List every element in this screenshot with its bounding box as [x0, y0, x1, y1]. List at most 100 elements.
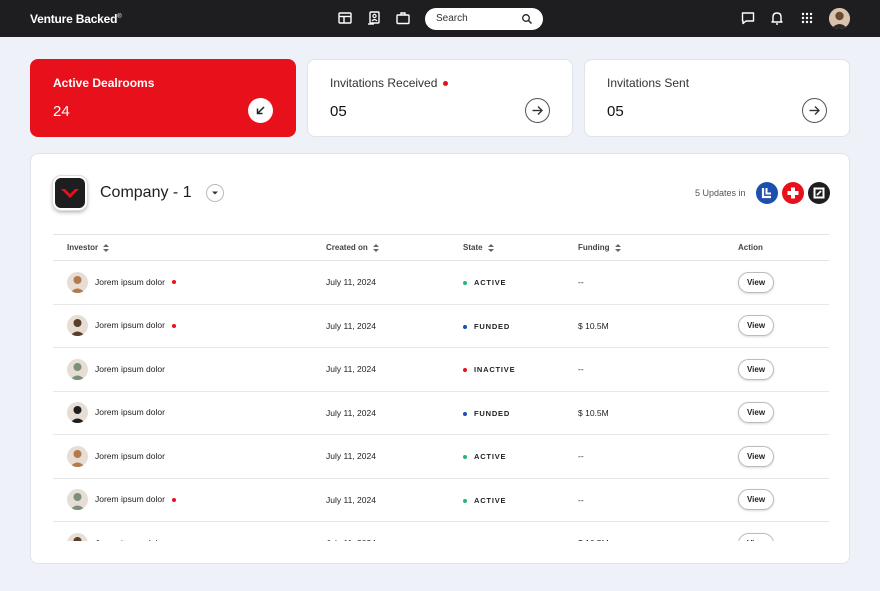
created-cell: July 11, 2024 — [326, 347, 463, 392]
invitations-received-card[interactable]: Invitations Received 05 — [307, 59, 573, 137]
layout-icon[interactable] — [337, 10, 353, 26]
notification-dot — [443, 81, 449, 87]
state-cell: ACTIVE — [463, 478, 578, 522]
investor-cell: Jorem ipsum dolor — [53, 304, 326, 348]
investor-avatar[interactable] — [67, 315, 88, 337]
view-button[interactable]: View — [738, 402, 774, 424]
investor-cell: Jorem ipsum dolor — [53, 434, 326, 479]
avatar[interactable] — [829, 8, 850, 29]
avatar-image — [829, 8, 850, 29]
created-cell: July 11, 2024 — [326, 391, 463, 435]
company-logo-mark — [61, 189, 79, 198]
state-label: ACTIVE — [474, 452, 507, 462]
chat-icon[interactable] — [740, 10, 756, 26]
update-badge-red[interactable] — [782, 182, 804, 204]
funding-cell: $ 10.5M — [578, 304, 738, 348]
invitations-received-text: Invitations Received — [330, 76, 438, 90]
investor-cell: Jorem ipsum dolor — [53, 260, 326, 305]
invitations-sent-button[interactable] — [802, 98, 827, 123]
update-badge-blue[interactable] — [756, 182, 778, 204]
created-cell: July 11, 2024 — [326, 304, 463, 348]
brand-mark: ® — [117, 14, 122, 20]
investor-avatar[interactable] — [67, 489, 88, 511]
created-cell: July 11, 2024 — [326, 434, 463, 479]
investor-name[interactable]: Jorem ipsum dolor — [95, 364, 165, 374]
table-header-row: Investor Created on State Funding Action — [53, 234, 829, 261]
view-button[interactable]: View — [738, 445, 774, 467]
investor-name[interactable]: Jorem ipsum dolor — [95, 407, 165, 417]
investor-name[interactable]: Jorem ipsum dolor — [95, 451, 165, 461]
table-row[interactable]: Jorem ipsum dolor July 11, 2024 FUNDED $… — [53, 391, 829, 435]
briefcase-icon[interactable] — [395, 10, 411, 26]
brand-logo[interactable]: Venture Backed® — [30, 12, 122, 26]
active-dealrooms-card[interactable]: Active Dealrooms 24 — [30, 59, 296, 137]
investor-avatar[interactable] — [67, 358, 88, 380]
active-dealrooms-button[interactable] — [248, 98, 273, 123]
investor-name[interactable]: Jorem ipsum dolor — [95, 320, 165, 330]
investor-avatar[interactable] — [67, 402, 88, 424]
square-brand-icon — [813, 187, 825, 199]
view-button[interactable]: View — [738, 271, 774, 293]
state-label: FUNDED — [474, 321, 511, 331]
action-cell: View — [738, 347, 829, 392]
sort-icon — [103, 243, 110, 252]
table-row[interactable]: Jorem ipsum dolor July 11, 2024 ACTIVE -… — [53, 260, 829, 305]
header-action: Action — [738, 234, 829, 261]
user-card-icon[interactable] — [366, 10, 382, 26]
active-dealrooms-count: 24 — [53, 103, 70, 120]
l-brand-icon — [761, 188, 771, 199]
state-dot — [463, 281, 467, 285]
funding-cell: -- — [578, 478, 738, 522]
company-dropdown[interactable] — [206, 184, 224, 202]
plus-brand-icon — [787, 187, 799, 199]
header-investor[interactable]: Investor — [53, 234, 326, 261]
state-dot — [463, 498, 467, 503]
invitations-sent-label: Invitations Sent — [607, 76, 690, 90]
state-dot — [463, 368, 467, 372]
investor-name[interactable]: Jorem ipsum dolor — [95, 494, 165, 504]
top-bar: Venture Backed® Search — [0, 0, 880, 37]
state-dot — [463, 455, 467, 459]
sort-icon — [614, 243, 621, 252]
new-indicator-dot — [171, 280, 176, 285]
table-row[interactable]: Jorem ipsum dolor July 11, 2024 ACTIVE -… — [53, 478, 829, 522]
investor-name[interactable]: Jorem ipsum dolor — [95, 277, 165, 287]
bell-icon[interactable] — [769, 10, 785, 26]
search-icon[interactable] — [521, 13, 533, 25]
apps-grid-icon[interactable] — [799, 10, 815, 26]
funding-cell: -- — [578, 260, 738, 305]
table-row[interactable]: Jorem ipsum dolor July 11, 2024 FUNDED $… — [53, 304, 829, 348]
investor-avatar[interactable] — [67, 271, 88, 293]
invitations-received-button[interactable] — [525, 98, 550, 123]
header-investor-label: Investor — [67, 243, 99, 252]
view-button[interactable]: View — [738, 358, 774, 380]
investor-avatar[interactable] — [67, 445, 88, 467]
header-created[interactable]: Created on — [326, 234, 463, 261]
table-body: Jorem ipsum dolor July 11, 2024 ACTIVE -… — [53, 260, 829, 563]
view-button[interactable]: View — [738, 315, 774, 337]
arrow-right-icon — [532, 106, 543, 115]
state-cell: INACTIVE — [463, 347, 578, 392]
arrow-down-left-icon — [256, 106, 265, 115]
header-funding[interactable]: Funding — [578, 234, 738, 261]
update-badge-black[interactable] — [808, 182, 830, 204]
invitations-sent-card[interactable]: Invitations Sent 05 — [584, 59, 850, 137]
view-button[interactable]: View — [738, 489, 774, 511]
state-label: FUNDED — [474, 408, 511, 418]
state-cell: ACTIVE — [463, 260, 578, 305]
active-dealrooms-label: Active Dealrooms — [53, 76, 155, 90]
table-row[interactable]: Jorem ipsum dolor July 11, 2024 INACTIVE… — [53, 347, 829, 392]
investor-table: Investor Created on State Funding Action… — [53, 234, 829, 563]
header-state[interactable]: State — [463, 234, 578, 261]
investor-cell: Jorem ipsum dolor — [53, 391, 326, 435]
search-bar[interactable]: Search — [425, 8, 543, 30]
invitations-received-label: Invitations Received — [330, 76, 449, 90]
action-cell: View — [738, 260, 829, 305]
chevron-down-icon — [212, 191, 218, 195]
invitations-sent-count: 05 — [607, 103, 624, 120]
action-cell: View — [738, 391, 829, 435]
investor-avatar-image — [67, 271, 88, 293]
funding-cell: -- — [578, 347, 738, 392]
created-cell: July 11, 2024 — [326, 478, 463, 522]
table-row[interactable]: Jorem ipsum dolor July 11, 2024 ACTIVE -… — [53, 434, 829, 479]
